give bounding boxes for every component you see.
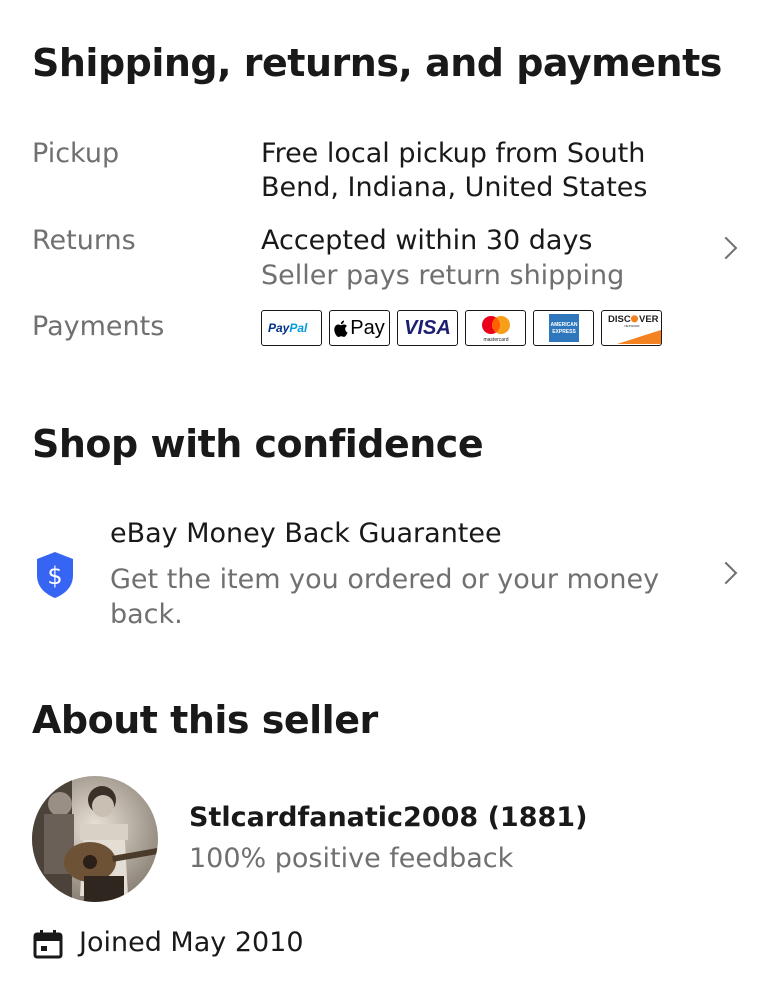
chevron-right-icon[interactable] — [714, 236, 738, 260]
seller-section-title: About this seller — [32, 698, 378, 742]
svg-text:VER: VER — [639, 314, 659, 325]
visa-logo: VISA — [397, 310, 458, 346]
returns-subtext: Seller pays return shipping — [261, 260, 625, 291]
svg-text:PayPal: PayPal — [268, 321, 308, 335]
apple-icon — [334, 320, 348, 337]
seller-avatar[interactable] — [32, 776, 158, 902]
guarantee-subtitle: Get the item you ordered or your money b… — [110, 564, 660, 630]
chevron-right-icon[interactable] — [714, 561, 738, 585]
amex-logo: AMERICAN EXPRESS — [533, 310, 594, 346]
discover-logo: DISC VER NETWORK — [601, 310, 662, 346]
returns-value: Accepted within 30 days — [261, 225, 593, 256]
payments-label: Payments — [32, 311, 165, 342]
mastercard-logo: mastercard — [465, 310, 526, 346]
paypal-logo: PayPal — [261, 310, 322, 346]
returns-label: Returns — [32, 225, 136, 256]
seller-feedback: 100% positive feedback — [189, 843, 514, 874]
payment-methods: PayPal Pay VISA mastercard AMERICAN EXPR… — [261, 310, 662, 348]
calendar-icon — [33, 930, 63, 959]
svg-text:mastercard: mastercard — [483, 337, 508, 343]
guarantee-title: eBay Money Back Guarantee — [110, 518, 502, 549]
seller-joined-date: Joined May 2010 — [79, 927, 304, 958]
pickup-label: Pickup — [32, 138, 120, 169]
pickup-value: Free local pickup from South Bend, India… — [261, 138, 648, 203]
svg-text:EXPRESS: EXPRESS — [552, 329, 576, 335]
seller-name[interactable]: Stlcardfanatic2008 (1881) — [189, 801, 587, 835]
svg-text:$: $ — [47, 562, 62, 590]
confidence-section-title: Shop with confidence — [32, 422, 484, 466]
shipping-section-title: Shipping, returns, and payments — [32, 41, 722, 85]
shield-dollar-icon: $ — [37, 552, 73, 598]
svg-text:NETWORK: NETWORK — [624, 324, 639, 328]
apple-pay-logo: Pay — [329, 310, 390, 346]
svg-text:AMERICAN: AMERICAN — [550, 322, 577, 328]
returns-row[interactable]: Returns Accepted within 30 days Seller p… — [0, 218, 770, 298]
